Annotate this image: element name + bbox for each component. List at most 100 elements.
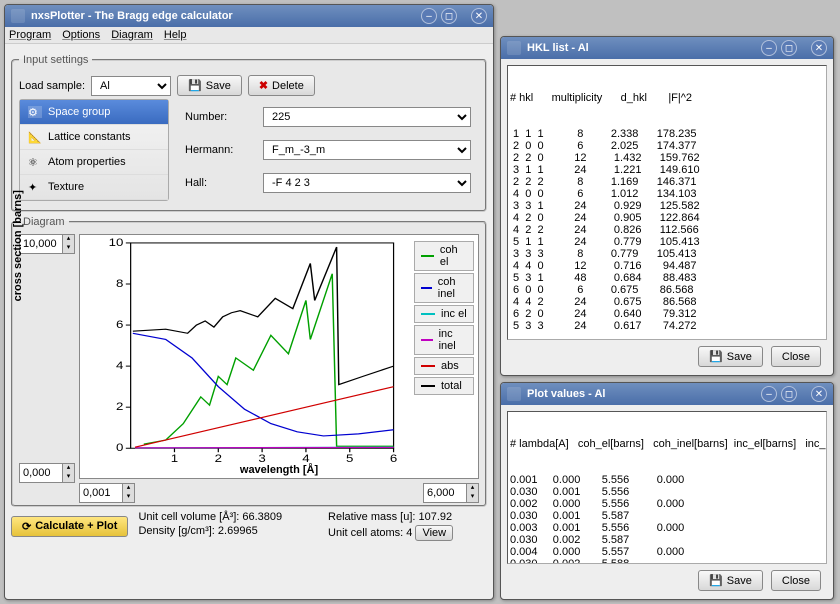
svg-text:0: 0 — [116, 441, 124, 454]
down-icon[interactable]: ▾ — [62, 244, 74, 253]
plot-save-button[interactable]: 💾Save — [698, 570, 763, 591]
menu-options[interactable]: Options — [62, 29, 100, 41]
svg-text:8: 8 — [116, 277, 124, 290]
menu-diagram[interactable]: Diagram — [111, 29, 153, 41]
table-row: 5 3 1 48 0.684 88.483 — [510, 272, 824, 284]
legend-item[interactable]: abs — [414, 357, 474, 375]
hkl-titlebar[interactable]: HKL list - Al – ◻ ✕ — [501, 37, 833, 59]
table-row: 0.030 0.001 5.556 — [510, 486, 824, 498]
close-icon[interactable]: ✕ — [811, 386, 827, 402]
hkl-save-button[interactable]: 💾Save — [698, 346, 763, 367]
minimize-icon[interactable]: – — [761, 40, 777, 56]
hkl-close-button[interactable]: Close — [771, 346, 821, 367]
table-row: 0.001 0.000 5.556 0.000 — [510, 474, 824, 486]
legend-swatch — [421, 339, 433, 341]
svg-text:1: 1 — [171, 452, 179, 465]
view-atoms-button[interactable]: View — [415, 525, 453, 541]
calculate-plot-button[interactable]: ⟳Calculate + Plot — [11, 516, 128, 537]
space-group-form: Number: 225 Hermann: F_m_-3_m Hall: -F 4… — [177, 99, 479, 201]
maximize-icon[interactable]: ◻ — [781, 40, 797, 56]
legend-swatch — [421, 365, 435, 367]
load-sample-label: Load sample: — [19, 80, 85, 92]
legend-swatch — [421, 385, 435, 387]
ymin-spinner[interactable]: ▴▾ — [19, 463, 75, 483]
main-content: Input settings Load sample: Al 💾Save ✖De… — [5, 44, 493, 547]
plot-titlebar[interactable]: Plot values - Al – ◻ ✕ — [501, 383, 833, 405]
menu-help[interactable]: Help — [164, 29, 187, 41]
refresh-icon: ⟳ — [22, 520, 31, 533]
sidenav-texture[interactable]: ✦Texture — [20, 175, 168, 200]
legend-label: coh el — [440, 244, 467, 268]
chart-area: 0246810123456 cross section [barns] wave… — [79, 234, 479, 479]
table-row: 3 3 3 8 0.779 105.413 — [510, 248, 824, 260]
x-axis-label: wavelength [Å] — [240, 464, 318, 476]
main-title: nxsPlotter - The Bragg edge calculator — [31, 10, 417, 22]
legend-item[interactable]: inc inel — [414, 325, 474, 355]
table-row: 2 0 0 6 2.025 174.377 — [510, 140, 824, 152]
svg-text:4: 4 — [116, 359, 124, 372]
main-titlebar[interactable]: nxsPlotter - The Bragg edge calculator –… — [5, 5, 493, 27]
hall-select[interactable]: -F 4 2 3 — [263, 173, 471, 193]
number-select[interactable]: 225 — [263, 107, 471, 127]
close-icon[interactable]: ✕ — [471, 8, 487, 24]
up-icon[interactable]: ▴ — [62, 235, 74, 244]
plot-close-button[interactable]: Close — [771, 570, 821, 591]
table-row: 4 0 0 6 1.012 134.103 — [510, 188, 824, 200]
legend-swatch — [421, 255, 434, 257]
table-row: 3 1 1 24 1.221 149.610 — [510, 164, 824, 176]
hkl-title: HKL list - Al — [527, 42, 757, 54]
diagram-group: Diagram ▴▾ ▴▾ 0246810123456 cross sectio… — [11, 216, 487, 507]
xmax-spinner[interactable]: ▴▾ — [423, 483, 479, 503]
table-row: 6 0 0 6 0.675 86.568 — [510, 284, 824, 296]
legend-item[interactable]: inc el — [414, 305, 474, 323]
maximize-icon[interactable]: ◻ — [441, 8, 457, 24]
stats: Unit cell volume [Å³]: 66.3809 Relative … — [138, 511, 487, 541]
legend-item[interactable]: coh inel — [414, 273, 474, 303]
sidenav-atom[interactable]: ⚛Atom properties — [20, 150, 168, 175]
settings-sidenav: ⚙Space group 📐Lattice constants ⚛Atom pr… — [19, 99, 169, 201]
legend-label: coh inel — [438, 276, 467, 300]
ymax-spinner[interactable]: ▴▾ — [19, 234, 75, 254]
svg-text:3: 3 — [258, 452, 266, 465]
minimize-icon[interactable]: – — [761, 386, 777, 402]
table-row: 2 2 0 12 1.432 159.762 — [510, 152, 824, 164]
y-axis-label: cross section [barns] — [12, 190, 24, 301]
app-icon — [507, 41, 521, 55]
plot-header: # lambda[A] coh_el[barns] coh_inel[barns… — [510, 438, 824, 450]
plotvalues-window: Plot values - Al – ◻ ✕ # lambda[A] coh_e… — [500, 382, 834, 600]
delete-icon: ✖ — [259, 79, 268, 92]
legend-item[interactable]: total — [414, 377, 474, 395]
table-row: 0.002 0.000 5.556 0.000 — [510, 498, 824, 510]
table-row: 0.030 0.001 5.587 — [510, 510, 824, 522]
main-window: nxsPlotter - The Bragg edge calculator –… — [4, 4, 494, 600]
table-row: 1 1 1 8 2.338 178.235 — [510, 128, 824, 140]
hall-label: Hall: — [185, 177, 255, 189]
delete-sample-button[interactable]: ✖Delete — [248, 75, 315, 96]
lattice-icon: 📐 — [28, 131, 42, 143]
sidenav-lattice[interactable]: 📐Lattice constants — [20, 125, 168, 150]
xmin-spinner[interactable]: ▴▾ — [79, 483, 135, 503]
save-sample-button[interactable]: 💾Save — [177, 75, 242, 96]
gear-icon: ⚙ — [28, 106, 42, 118]
svg-text:10: 10 — [109, 236, 124, 249]
texture-icon: ✦ — [28, 181, 42, 193]
atom-icon: ⚛ — [28, 156, 42, 168]
table-row: 4 4 0 12 0.716 94.487 — [510, 260, 824, 272]
table-row: 0.030 0.002 5.587 — [510, 534, 824, 546]
sample-select[interactable]: Al — [91, 76, 171, 96]
legend-swatch — [421, 287, 432, 289]
menu-program[interactable]: Program — [9, 29, 51, 41]
close-icon[interactable]: ✕ — [811, 40, 827, 56]
chart-legend: coh el coh inel inc el inc inel abs total — [414, 241, 474, 395]
hermann-label: Hermann: — [185, 144, 255, 156]
legend-item[interactable]: coh el — [414, 241, 474, 271]
number-label: Number: — [185, 111, 255, 123]
table-row: 2 2 2 8 1.169 146.371 — [510, 176, 824, 188]
sidenav-space-group[interactable]: ⚙Space group — [20, 100, 168, 125]
hermann-select[interactable]: F_m_-3_m — [263, 140, 471, 160]
minimize-icon[interactable]: – — [421, 8, 437, 24]
hkl-list[interactable]: # hkl multiplicity d_hkl |F|^2 1 1 1 8 2… — [507, 65, 827, 340]
maximize-icon[interactable]: ◻ — [781, 386, 797, 402]
app-icon — [507, 387, 521, 401]
plot-list[interactable]: # lambda[A] coh_el[barns] coh_inel[barns… — [507, 411, 827, 564]
